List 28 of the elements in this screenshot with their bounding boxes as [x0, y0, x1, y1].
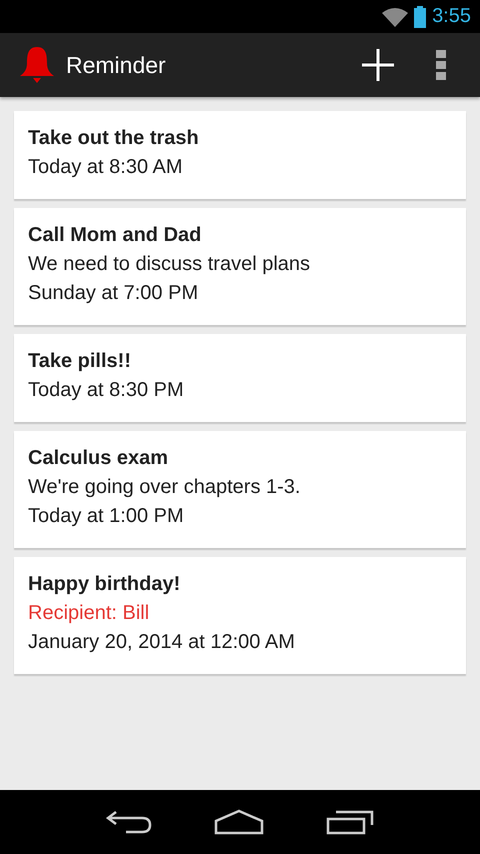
battery-icon	[414, 6, 426, 28]
reminder-note: We need to discuss travel plans	[28, 252, 312, 277]
back-button[interactable]	[106, 809, 152, 835]
reminder-card[interactable]: Happy birthday! Recipient: Bill January 20, 2014 at 12:00 AM	[14, 557, 466, 674]
reminder-title: Take pills!!	[28, 349, 132, 374]
reminder-time: Today at 8:30 PM	[28, 378, 185, 403]
reminder-title: Call Mom and Dad	[28, 223, 202, 248]
recent-apps-button[interactable]	[326, 809, 374, 835]
reminder-card[interactable]: Take out the trash Today at 8:30 AM	[14, 111, 466, 199]
reminder-title: Take out the trash	[28, 126, 200, 151]
status-time: 3:55	[432, 5, 471, 28]
reminder-recipient: Recipient: Bill	[28, 601, 150, 626]
reminder-card[interactable]: Take pills!! Today at 8:30 PM	[14, 334, 466, 422]
reminder-time: Sunday at 7:00 PM	[28, 281, 200, 306]
add-button[interactable]	[360, 47, 396, 83]
reminder-note: We're going over chapters 1-3.	[28, 475, 302, 500]
reminder-time: Today at 8:30 AM	[28, 155, 184, 180]
reminder-title: Happy birthday!	[28, 572, 182, 597]
reminder-title: Calculus exam	[28, 446, 170, 471]
reminder-time: Today at 1:00 PM	[28, 504, 185, 529]
wifi-icon	[382, 6, 408, 26]
app-title: Reminder	[66, 52, 167, 78]
reminder-card[interactable]: Call Mom and Dad We need to discuss travel plans Sunday at 7:00 PM	[14, 208, 466, 325]
overflow-menu-button[interactable]	[434, 49, 448, 81]
reminder-time: January 20, 2014 at 12:00 AM	[28, 630, 296, 655]
home-button[interactable]	[214, 809, 264, 835]
bell-icon	[20, 45, 54, 85]
reminder-card[interactable]: Calculus exam We're going over chapters 1-3. Today at 1:00 PM	[14, 431, 466, 548]
